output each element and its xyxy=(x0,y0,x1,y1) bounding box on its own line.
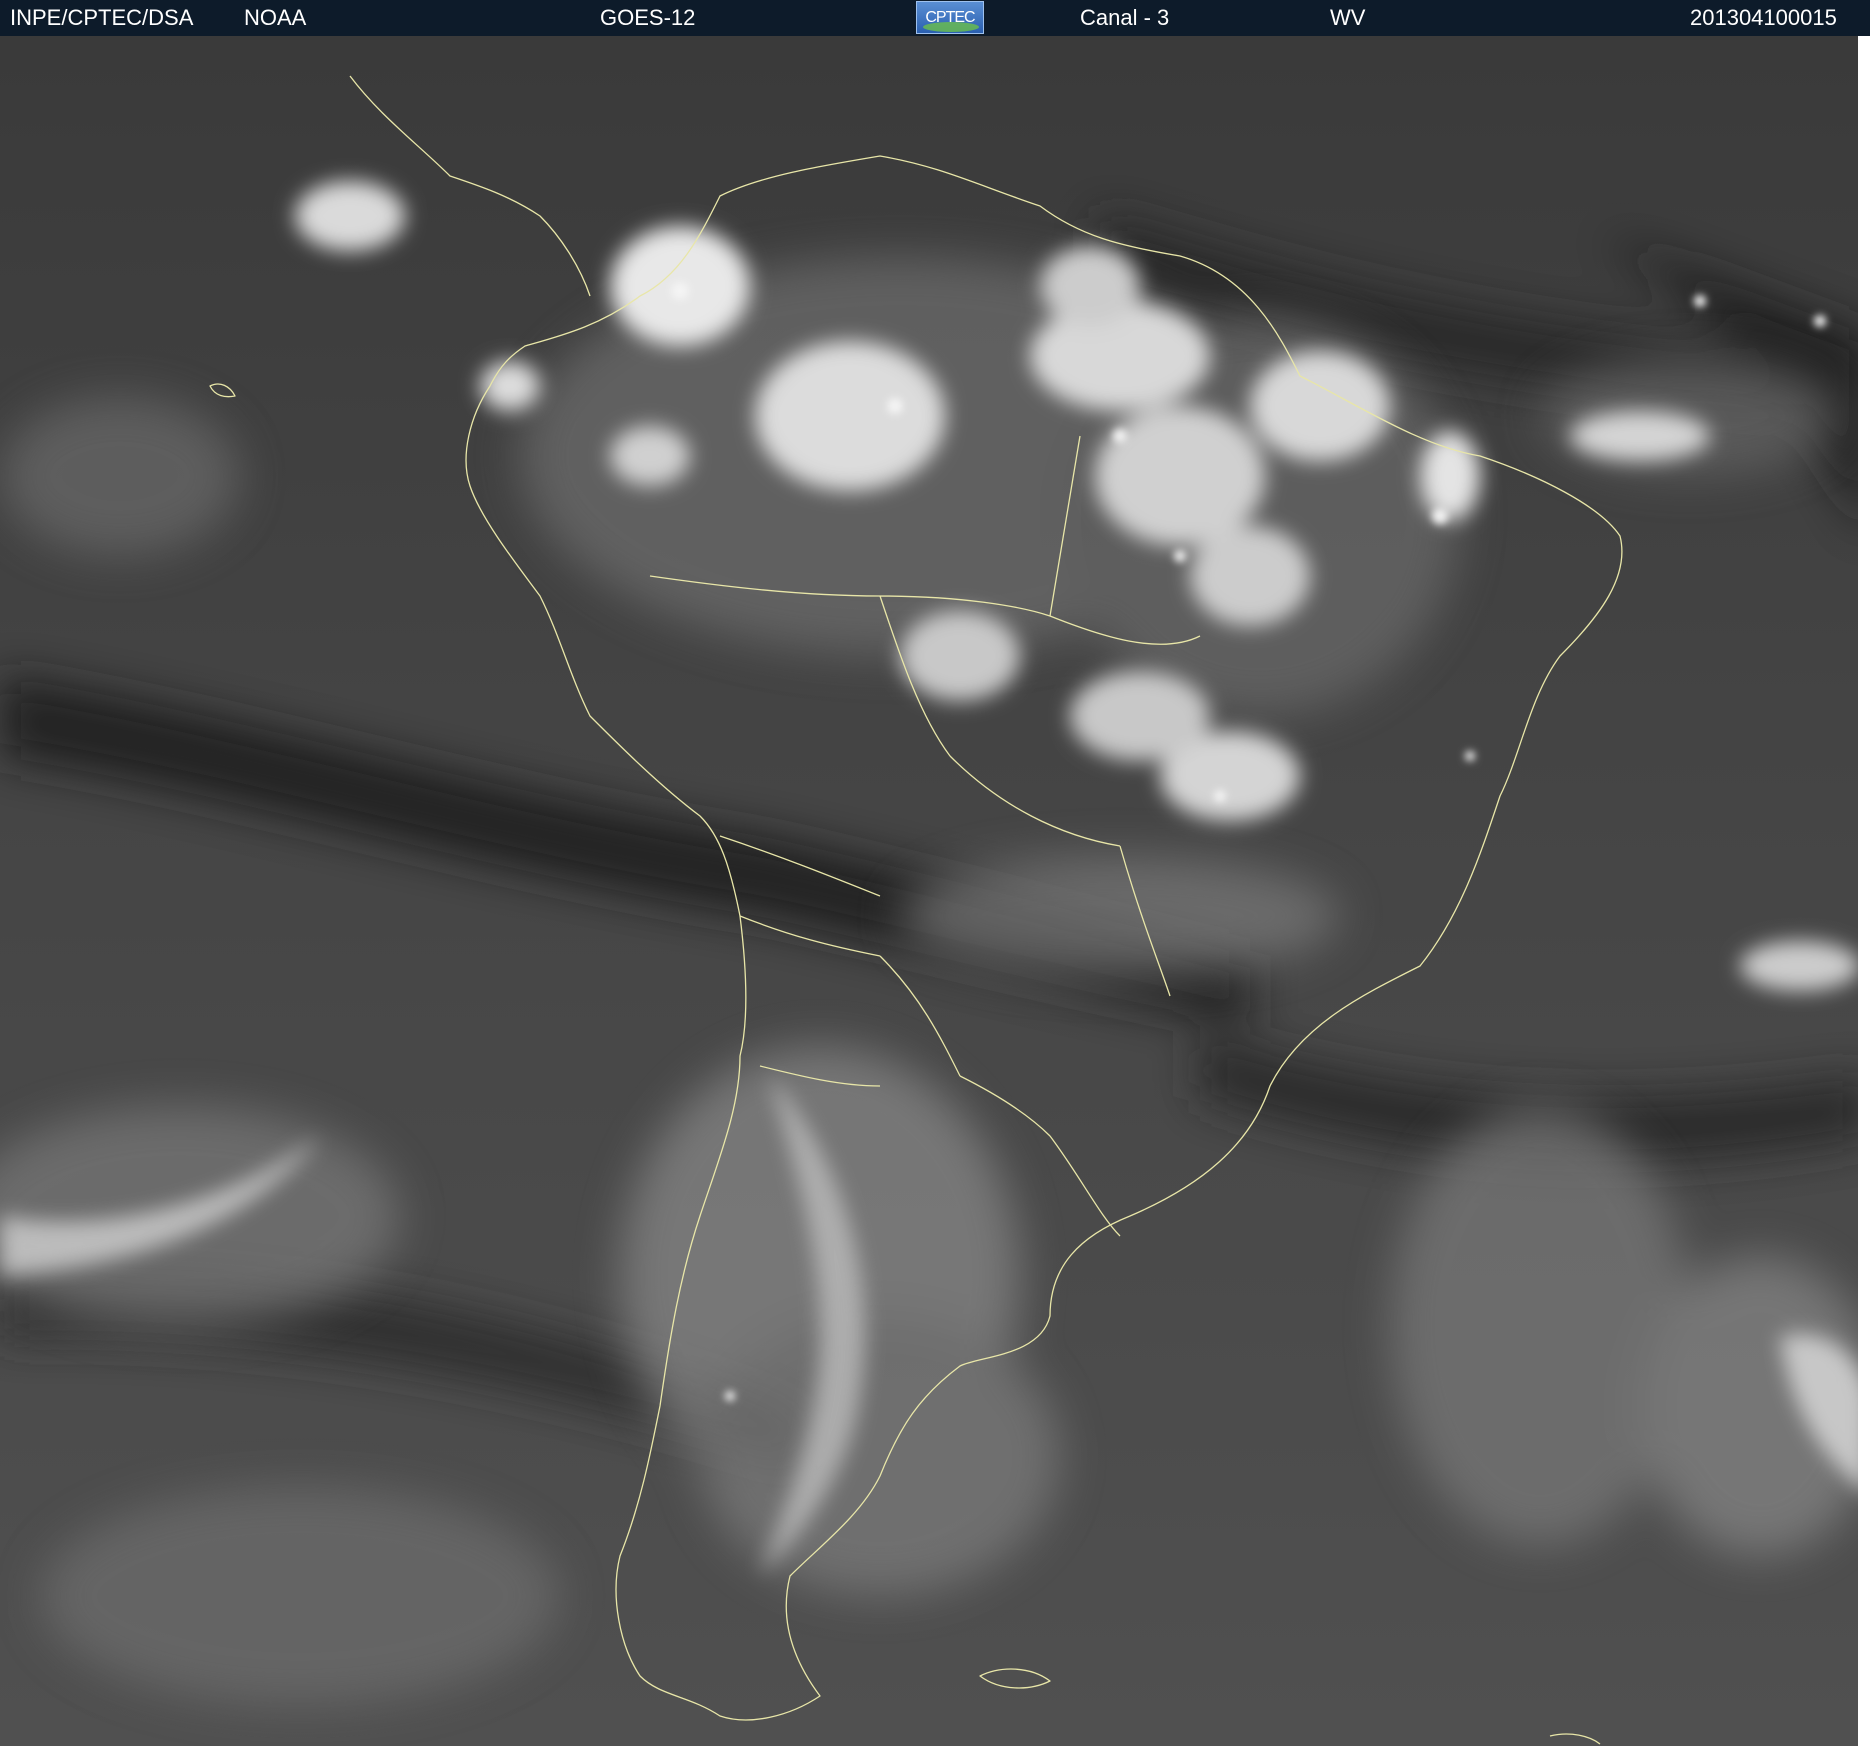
agency-label: NOAA xyxy=(244,5,307,30)
timestamp-label: 201304100015 xyxy=(1690,5,1837,30)
no-data-edge xyxy=(1858,36,1870,1746)
satellite-label: GOES-12 xyxy=(600,5,696,30)
header-bar: INPE/CPTEC/DSA NOAA GOES-12 CPTEC Canal … xyxy=(0,0,1870,36)
logo-text: CPTEC xyxy=(925,8,975,26)
satellite-image xyxy=(0,36,1870,1746)
cptec-logo: CPTEC xyxy=(916,1,984,34)
institution-label: INPE/CPTEC/DSA xyxy=(10,5,194,30)
satellite-image-frame xyxy=(0,36,1870,1750)
band-label: WV xyxy=(1330,5,1366,30)
channel-label: Canal - 3 xyxy=(1080,5,1170,30)
